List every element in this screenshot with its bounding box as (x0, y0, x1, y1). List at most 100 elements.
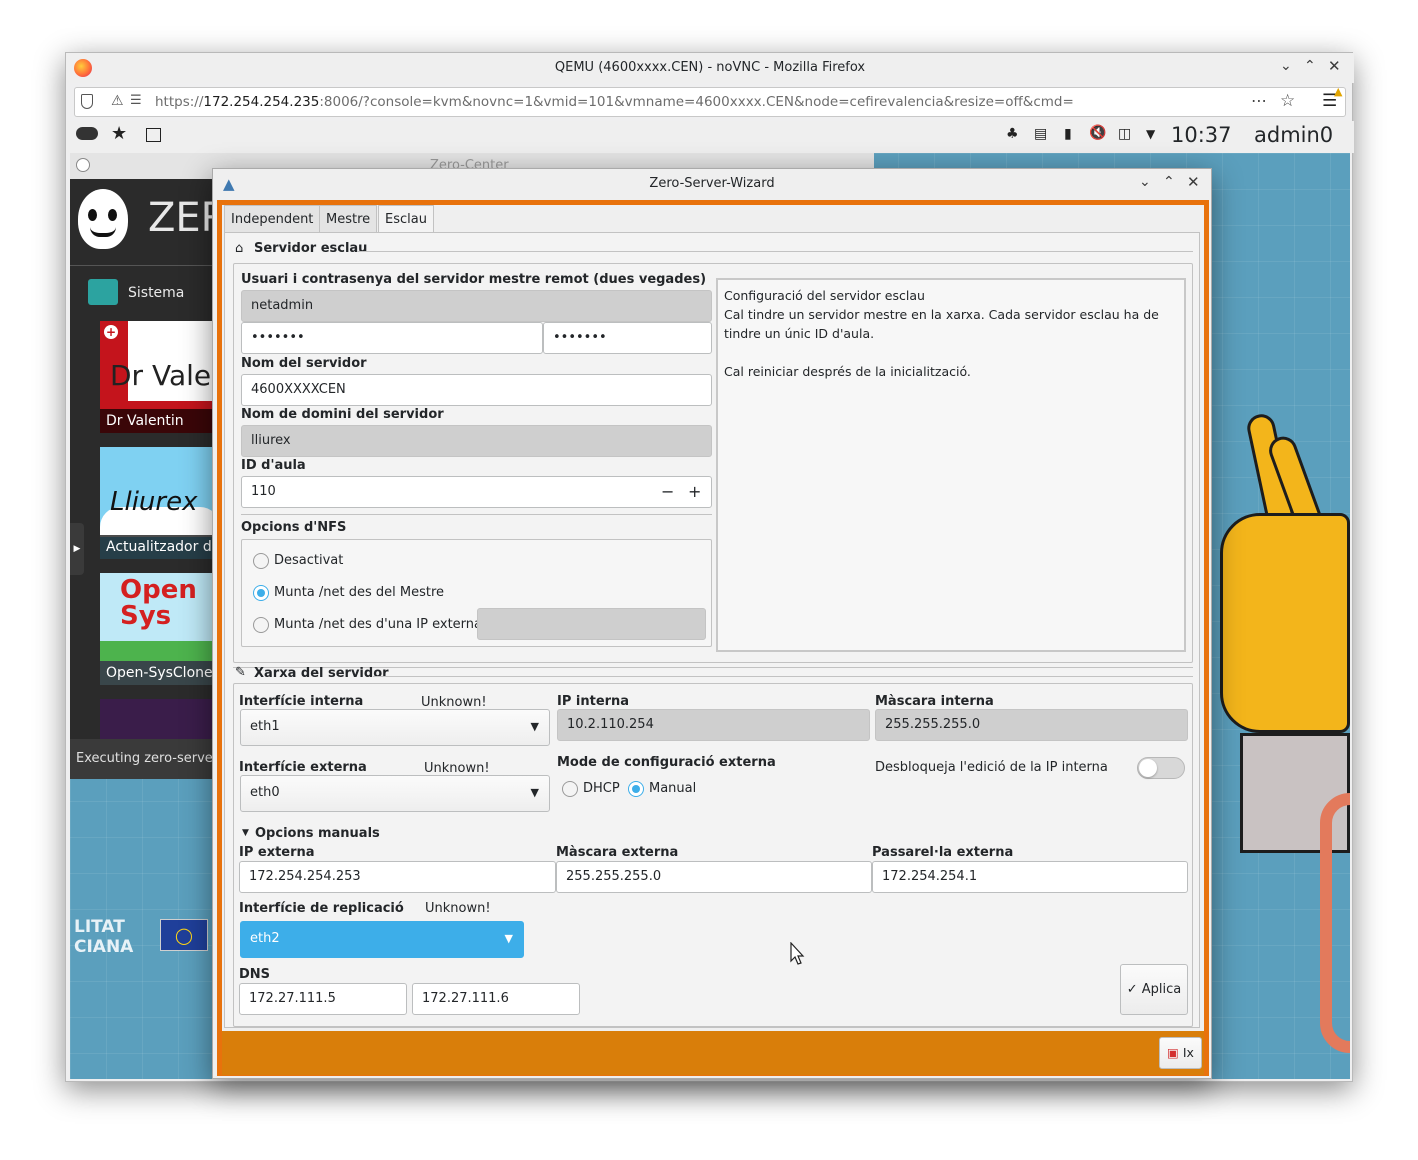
tab-independent[interactable]: Independent (224, 205, 321, 233)
maximize-icon[interactable]: ⌃ (1163, 174, 1175, 190)
clipboard-tray-icon[interactable]: ▤ (1034, 126, 1047, 142)
password-field[interactable]: ••••••• (241, 322, 543, 354)
more-actions-icon[interactable]: ⋯ (1251, 91, 1267, 110)
credentials-label: Usuari i contrasenya del servidor mestre… (241, 272, 707, 287)
repl-iface-label: Interfície de replicació (239, 901, 404, 916)
wallpaper-tail (1320, 793, 1350, 1053)
tab-panel: ⌂ Servidor esclau Usuari i contrasenya d… (224, 232, 1200, 1028)
url-bar[interactable]: ⚠ ☰ https://172.254.254.235:8006/?consol… (74, 87, 1346, 117)
minimize-icon[interactable]: ⌄ (1139, 174, 1151, 190)
ext-mode-label: Mode de configuració externa (557, 755, 776, 770)
ext-gateway-field[interactable]: 172.254.254.1 (872, 861, 1188, 893)
sistema-icon (88, 279, 118, 305)
info-line: Cal reiniciar després de la inicialitzac… (724, 364, 971, 379)
internal-mask-field[interactable]: 255.255.255.0 (875, 709, 1188, 741)
sidebar-divider (70, 265, 220, 266)
ext-mode-manual-radio[interactable] (628, 781, 644, 797)
domain-label: Nom de domini del servidor (241, 407, 444, 422)
tab-mestre[interactable]: Mestre (319, 205, 378, 233)
password-confirm-field[interactable]: ••••••• (543, 322, 712, 354)
app-tile-dr-valentin[interactable]: + Dr Vale Dr Valentin (100, 321, 220, 433)
info-line: tindre un únic ID d'aula. (724, 326, 875, 341)
nfs-radio-master[interactable] (253, 585, 269, 601)
info-line (724, 343, 1178, 362)
expander-arrow-icon[interactable]: ▼ (242, 828, 249, 838)
close-icon[interactable]: ✕ (1187, 173, 1200, 191)
zero-mascot-logo (78, 189, 128, 249)
bookmark-star-icon[interactable]: ☆ (1280, 91, 1295, 111)
clock[interactable]: 10:37 (1171, 123, 1232, 147)
unlock-toggle[interactable] (1137, 757, 1185, 779)
exit-icon: ▣ (1167, 1045, 1179, 1060)
internal-ip-label: IP interna (557, 694, 630, 709)
repl-iface-status: Unknown! (425, 901, 491, 916)
classroom-id-label: ID d'aula (241, 458, 306, 473)
network-group: Interfície interna Unknown! eth1 ▼ IP in… (233, 683, 1193, 1027)
category-sistema[interactable]: Sistema (128, 285, 184, 301)
apply-label: Aplica (1141, 982, 1182, 997)
first-aid-icon: + (104, 325, 118, 339)
server-name-label: Nom del servidor (241, 356, 367, 371)
server-name-field[interactable]: 4600XXXXCEN (241, 374, 712, 406)
classroom-id-spinbox[interactable]: 110 − + (241, 476, 712, 508)
app-tile-actualitzador[interactable]: Lliurex Actualitzador de (100, 447, 220, 559)
ext-mode-dhcp-radio[interactable] (562, 781, 578, 797)
external-iface-select[interactable]: eth0 ▼ (240, 775, 550, 812)
shield-icon[interactable] (81, 94, 93, 109)
window-title: QEMU (4600xxxx.CEN) - noVNC - Mozilla Fi… (554, 60, 866, 75)
tray-expand-icon[interactable]: ▼ (1146, 127, 1155, 141)
nfs-options-label: Opcions d'NFS (241, 520, 347, 535)
decrement-icon[interactable]: − (661, 477, 674, 507)
minimize-icon[interactable]: ⌄ (1280, 58, 1292, 74)
firefox-titlebar: QEMU (4600xxxx.CEN) - noVNC - Mozilla Fi… (66, 53, 1354, 83)
exit-label: Ix (1182, 1045, 1194, 1060)
zero-center-body: ZER Sistema + Dr Vale Dr Valentin Lliure… (70, 179, 228, 779)
chevron-down-icon: ▼ (530, 720, 539, 733)
app-tile-partial[interactable] (100, 699, 220, 739)
usb-tray-icon[interactable]: ▮ (1064, 126, 1072, 142)
volume-muted-icon[interactable]: 🔇 (1089, 125, 1106, 141)
network-tray-icon[interactable]: ♣ (1006, 126, 1019, 142)
vm-panel: ★ ♣ ▤ ▮ 🔇 ◫ ▼ 10:37 admin0 (66, 121, 1354, 153)
nfs-radio-external-ip[interactable] (253, 617, 269, 633)
nfs-option-label: Munta /net des d'una IP externa (274, 617, 482, 632)
maximize-icon[interactable]: ⌃ (1304, 58, 1316, 74)
internal-iface-value: eth1 (250, 719, 280, 734)
apply-button[interactable]: ✓ Aplica (1120, 964, 1188, 1015)
dns1-field[interactable]: 172.27.111.5 (239, 983, 407, 1015)
ext-gateway-label: Passarel·la externa (872, 845, 1014, 860)
home-icon: ⌂ (235, 241, 244, 256)
zero-center-app-icon (76, 158, 90, 172)
user-name[interactable]: admin0 (1254, 123, 1333, 147)
section-divider (373, 676, 1193, 677)
nfs-external-ip-field[interactable] (477, 608, 706, 640)
internal-iface-select[interactable]: eth1 ▼ (240, 709, 550, 746)
section-divider (357, 251, 1193, 252)
domain-field[interactable]: lliurex (241, 425, 712, 457)
close-icon[interactable]: ✕ (1328, 57, 1341, 75)
repl-iface-select[interactable]: eth2 ▼ (240, 921, 524, 958)
ext-ip-field[interactable]: 172.254.254.253 (239, 861, 556, 893)
app-tile-open-sysclone[interactable]: Open Sys Open-SysClone (100, 573, 220, 685)
wizard-content: Independent Mestre Esclau ⌂ Servidor esc… (222, 205, 1204, 1031)
cloud-icon[interactable] (76, 127, 98, 140)
desktop-icon[interactable] (146, 128, 161, 142)
tab-esclau[interactable]: Esclau (378, 205, 434, 233)
ext-mask-field[interactable]: 255.255.255.0 (556, 861, 872, 893)
star-icon[interactable]: ★ (111, 123, 127, 144)
internal-ip-field[interactable]: 10.2.110.254 (557, 709, 870, 741)
nfs-radio-disabled[interactable] (253, 553, 269, 569)
increment-icon[interactable]: + (688, 477, 701, 507)
manual-options-toggle[interactable]: Opcions manuals (255, 826, 380, 841)
display-tray-icon[interactable]: ◫ (1118, 126, 1131, 142)
sidebar-toggle[interactable]: ▶ (70, 523, 84, 575)
username-field[interactable]: netadmin (241, 290, 712, 322)
app-label: Open-SysClone (106, 665, 213, 681)
wizard-title: Zero-Server-Wizard (649, 176, 775, 191)
url-text[interactable]: https://172.254.254.235:8006/?console=kv… (155, 94, 1074, 110)
info-line: Configuració del servidor esclau (724, 288, 925, 303)
dns2-field[interactable]: 172.27.111.6 (412, 983, 580, 1015)
permissions-icon[interactable]: ☰ (130, 93, 142, 108)
exit-button[interactable]: ▣ Ix (1159, 1037, 1202, 1069)
insecure-lock-icon[interactable]: ⚠ (111, 93, 124, 109)
